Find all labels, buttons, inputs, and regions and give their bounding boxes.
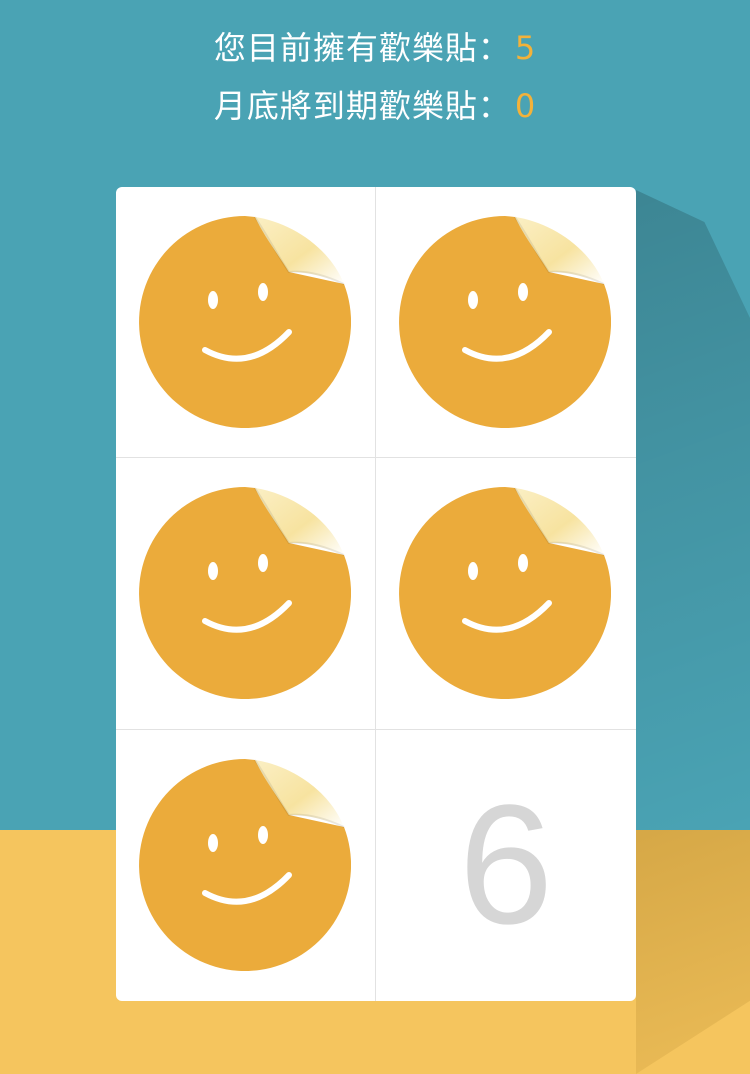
sticker-slot-1[interactable]	[116, 187, 376, 459]
owned-stickers-label: 您目前擁有歡樂貼：	[213, 29, 511, 67]
owned-stickers-line: 您目前擁有歡樂貼： 5	[0, 24, 750, 82]
smiley-sticker-icon	[138, 487, 351, 700]
sticker-board: 6	[116, 187, 636, 1001]
sticker-summary: 您目前擁有歡樂貼： 5 月底將到期歡樂貼： 0	[0, 24, 750, 140]
sticker-slot-3[interactable]	[116, 458, 376, 730]
expiring-stickers-count: 0	[514, 87, 537, 125]
empty-slot-number: 6	[458, 770, 554, 961]
smiley-sticker-icon	[399, 216, 611, 429]
sticker-slot-6[interactable]: 6	[376, 730, 636, 1001]
board-shadow	[636, 190, 750, 830]
sticker-slot-4[interactable]	[376, 458, 636, 730]
expiring-stickers-line: 月底將到期歡樂貼： 0	[0, 82, 750, 140]
sticker-slot-2[interactable]	[376, 187, 636, 459]
smiley-sticker-icon	[399, 487, 611, 700]
owned-stickers-count: 5	[514, 29, 537, 67]
smiley-sticker-icon	[138, 759, 351, 972]
expiring-stickers-label: 月底將到期歡樂貼：	[213, 87, 511, 125]
smiley-sticker-icon	[138, 216, 351, 429]
sticker-slot-5[interactable]	[116, 729, 376, 1001]
